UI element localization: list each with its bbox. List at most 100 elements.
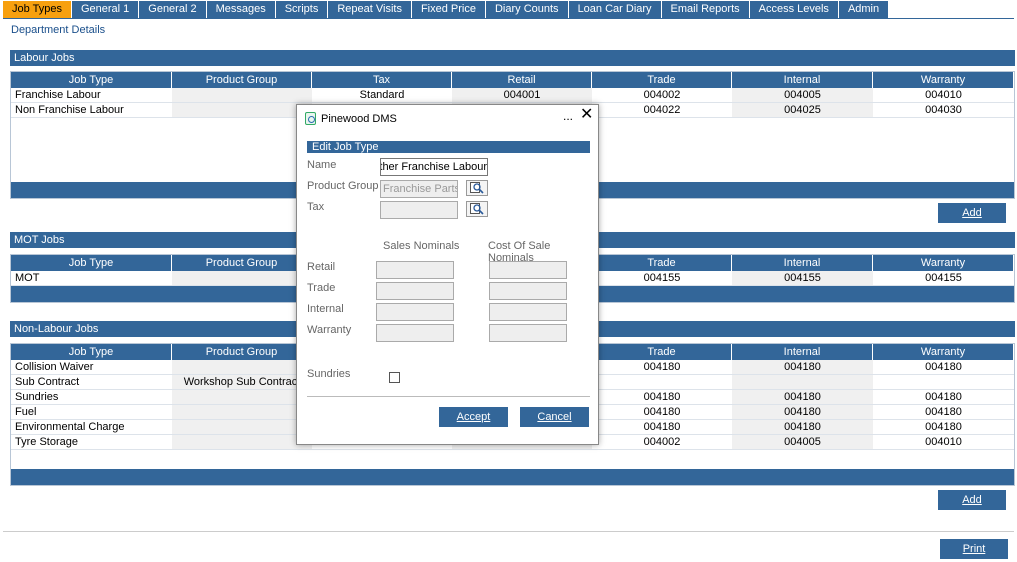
cell: 004022 (592, 103, 732, 118)
product-group-label: Product Group (307, 180, 379, 192)
col-retail[interactable]: Retail (452, 72, 592, 88)
col-trade[interactable]: Trade (592, 72, 732, 88)
add-labour-button[interactable]: Add (938, 203, 1006, 223)
tab-underline (3, 18, 1014, 19)
retail-cost-field[interactable] (489, 261, 567, 279)
tab-access-levels[interactable]: Access Levels (749, 1, 839, 18)
warranty-cost-field[interactable] (489, 324, 567, 342)
col-internal[interactable]: Internal (732, 255, 873, 271)
internal-label: Internal (307, 303, 344, 315)
internal-cost-field[interactable] (489, 303, 567, 321)
col-product-group[interactable]: Product Group (172, 344, 312, 360)
col-warranty[interactable]: Warranty (873, 255, 1014, 271)
cell: Franchise Labour (11, 88, 172, 103)
tab-fixed-price[interactable]: Fixed Price (411, 1, 486, 18)
table-row[interactable]: Franchise Labour Standard 004001 004002 … (11, 88, 1014, 103)
warranty-label: Warranty (307, 324, 352, 336)
col-tax[interactable]: Tax (312, 72, 452, 88)
col-internal[interactable]: Internal (732, 72, 873, 88)
cell: 004155 (732, 271, 873, 286)
tab-general-2[interactable]: General 2 (139, 1, 207, 18)
cell: Fuel (11, 405, 172, 420)
cell (732, 375, 873, 390)
col-product-group[interactable]: Product Group (172, 255, 312, 271)
cell: 004180 (732, 360, 873, 375)
col-internal[interactable]: Internal (732, 344, 873, 360)
name-label: Name (307, 159, 337, 171)
cell: Standard (312, 88, 452, 103)
cell (172, 360, 312, 375)
more-options-button[interactable]: ... (563, 109, 573, 123)
dialog-divider (307, 396, 590, 397)
cell: 004005 (732, 435, 873, 450)
cell: 004180 (592, 390, 732, 405)
department-details-link[interactable]: Department Details (11, 24, 105, 36)
print-button[interactable]: Print (940, 539, 1008, 559)
col-warranty[interactable]: Warranty (873, 344, 1014, 360)
cell: 004180 (592, 405, 732, 420)
divider (3, 531, 1014, 532)
tax-field[interactable] (380, 201, 458, 219)
col-trade[interactable]: Trade (592, 344, 732, 360)
cell: 004030 (873, 103, 1014, 118)
cell: 004180 (873, 420, 1014, 435)
retail-label: Retail (307, 261, 336, 273)
name-field[interactable]: Other Franchise Labour (380, 158, 488, 176)
tab-loan-car-diary[interactable]: Loan Car Diary (568, 1, 662, 18)
tab-email-reports[interactable]: Email Reports (661, 1, 750, 18)
tab-scripts[interactable]: Scripts (275, 1, 329, 18)
tax-lookup-icon[interactable] (466, 201, 488, 217)
add-non-labour-button[interactable]: Add (938, 490, 1006, 510)
tab-diary-counts[interactable]: Diary Counts (485, 1, 569, 18)
cell: 004010 (873, 435, 1014, 450)
cell: 004180 (732, 420, 873, 435)
tab-general-1[interactable]: General 1 (71, 1, 140, 18)
cell: MOT (11, 271, 172, 286)
cell: 004001 (452, 88, 592, 103)
accept-button[interactable]: Accept (439, 407, 508, 427)
app-icon (305, 112, 316, 125)
trade-sales-field[interactable] (376, 282, 454, 300)
col-job-type[interactable]: Job Type (11, 255, 172, 271)
sundries-label: Sundries (307, 368, 351, 380)
product-group-field[interactable]: Franchise Parts (380, 180, 458, 198)
cell (172, 271, 312, 286)
cell (172, 390, 312, 405)
cell (592, 375, 732, 390)
cell (873, 375, 1014, 390)
product-group-lookup-icon[interactable] (466, 180, 488, 196)
cell: 004180 (592, 420, 732, 435)
sales-nominals-heading: Sales Nominals (383, 240, 460, 252)
cell (172, 435, 312, 450)
warranty-sales-field[interactable] (376, 324, 454, 342)
sundries-checkbox[interactable] (389, 372, 400, 383)
close-icon[interactable]: ✕ (580, 107, 593, 123)
cell: 004005 (732, 88, 873, 103)
col-warranty[interactable]: Warranty (873, 72, 1014, 88)
cell: 004002 (592, 435, 732, 450)
tab-job-types[interactable]: Job Types (3, 1, 72, 18)
col-job-type[interactable]: Job Type (11, 72, 172, 88)
tab-admin[interactable]: Admin (838, 1, 890, 18)
tab-bar: Job Types General 1 General 2 Messages S… (3, 1, 890, 19)
col-product-group[interactable]: Product Group (172, 72, 312, 88)
col-job-type[interactable]: Job Type (11, 344, 172, 360)
tab-messages[interactable]: Messages (206, 1, 276, 18)
cell: 004180 (732, 390, 873, 405)
cell (172, 405, 312, 420)
cell: 004025 (732, 103, 873, 118)
cell (172, 420, 312, 435)
tab-repeat-visits[interactable]: Repeat Visits (328, 1, 412, 18)
internal-sales-field[interactable] (376, 303, 454, 321)
cell: Environmental Charge (11, 420, 172, 435)
cell: Workshop Sub Contract (172, 375, 312, 390)
cell: 004180 (592, 360, 732, 375)
cell: Sundries (11, 390, 172, 405)
cell: 004155 (592, 271, 732, 286)
cell: Collision Waiver (11, 360, 172, 375)
cancel-button[interactable]: Cancel (520, 407, 589, 427)
retail-sales-field[interactable] (376, 261, 454, 279)
col-trade[interactable]: Trade (592, 255, 732, 271)
edit-job-type-dialog: Pinewood DMS ... ✕ Edit Job Type Name Ot… (296, 104, 599, 445)
trade-cost-field[interactable] (489, 282, 567, 300)
